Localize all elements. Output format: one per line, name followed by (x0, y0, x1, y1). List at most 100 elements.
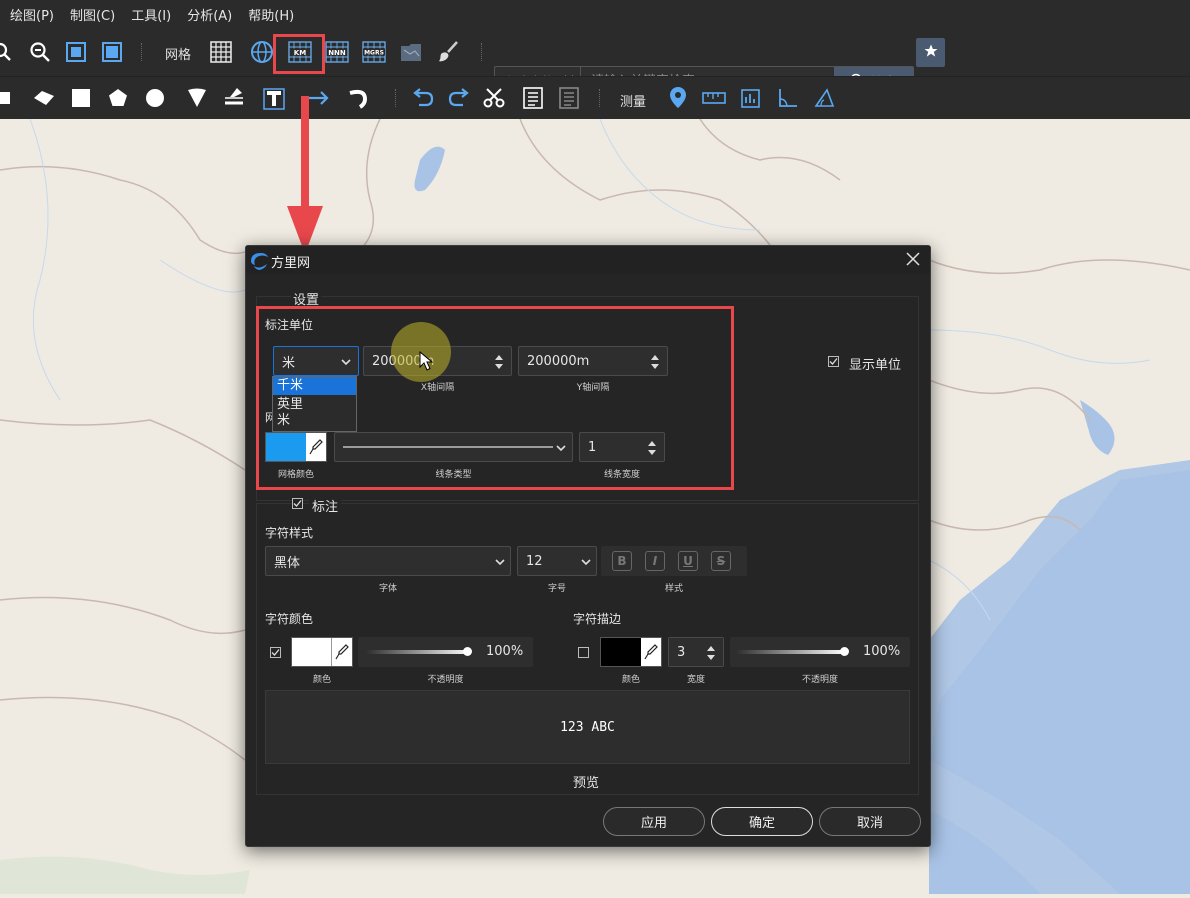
clear-brush-icon[interactable] (436, 40, 462, 64)
char-opacity-slider[interactable]: 100% (358, 637, 533, 667)
kilometer-grid-dialog: 方里网 设置 标注单位 米 200000m X轴间隔 200000m Y轴间隔 … (245, 245, 931, 847)
copy-list-icon[interactable] (520, 87, 546, 109)
main-toolbar: 网格 KM NNN MGRS 定位查找 搜索 (0, 28, 1190, 97)
menu-help[interactable]: 帮助(H) (248, 5, 294, 24)
sector-icon[interactable] (184, 87, 210, 109)
opacity-track (736, 650, 846, 654)
area-measure-icon[interactable] (738, 87, 764, 109)
redo-icon[interactable] (446, 87, 472, 109)
char-color-label: 字符颜色 (265, 612, 314, 626)
rectangle-select-icon[interactable] (0, 88, 14, 108)
outline-width-stepper[interactable]: 3 (668, 637, 724, 667)
nnn-grid-icon[interactable]: NNN (324, 40, 350, 64)
full-extent-icon[interactable] (100, 40, 124, 64)
char-color-checkbox[interactable] (270, 647, 281, 658)
apply-button[interactable]: 应用 (603, 807, 705, 836)
line-style-icon[interactable] (221, 85, 247, 109)
azimuth-measure-icon[interactable] (811, 87, 837, 109)
scissors-icon[interactable] (482, 87, 508, 109)
unit-select[interactable]: 米 (273, 346, 359, 376)
spin-arrows-icon[interactable] (647, 439, 657, 461)
eyedropper-icon[interactable] (641, 638, 661, 666)
zoom-extent-icon[interactable] (64, 40, 88, 64)
font-family-select[interactable]: 黑体 (265, 546, 511, 576)
square-icon[interactable] (68, 87, 94, 109)
outline-opacity-slider[interactable]: 100% (730, 637, 910, 667)
style-button-group: B I U S (601, 546, 747, 576)
grid-color-swatch[interactable] (266, 433, 306, 461)
circle-icon[interactable] (142, 87, 168, 109)
chevron-down-icon (555, 442, 567, 458)
zoom-out-icon[interactable] (28, 40, 52, 64)
km-grid-icon[interactable]: KM (287, 40, 313, 64)
mgrs-grid-icon[interactable]: MGRS (361, 40, 387, 64)
map-folder-icon[interactable] (398, 40, 424, 64)
unit-option-meter[interactable]: 米 (273, 414, 356, 430)
char-opacity-label: 不透明度 (427, 675, 464, 685)
globe-grid-icon[interactable] (249, 40, 275, 64)
measure-label: 测量 (620, 95, 647, 110)
char-color-picker[interactable] (291, 637, 353, 667)
paste-list-icon[interactable] (556, 87, 582, 109)
bold-button[interactable]: B (612, 551, 632, 571)
menu-draw[interactable]: 绘图(P) (10, 5, 54, 24)
preview-label: 预览 (573, 776, 600, 791)
strikethrough-button[interactable]: S (711, 551, 731, 571)
line-width-stepper[interactable]: 1 (579, 432, 665, 462)
menu-cartography[interactable]: 制图(C) (70, 5, 115, 24)
y-interval-stepper[interactable]: 200000m (518, 346, 668, 376)
font-size-label: 字号 (547, 584, 566, 594)
app-logo-icon (249, 251, 269, 275)
spin-arrows-icon[interactable] (650, 353, 660, 375)
curved-arrow-icon[interactable] (346, 87, 372, 109)
polyline-icon[interactable] (31, 87, 57, 109)
undo-icon[interactable] (410, 87, 436, 109)
annotation-label: 标注 (309, 496, 342, 515)
char-color-swatch[interactable] (292, 638, 332, 666)
font-size-select[interactable]: 12 (517, 546, 597, 576)
show-unit-checkbox[interactable] (828, 356, 839, 367)
char-color-sub-label: 颜色 (312, 675, 331, 685)
line-type-label: 线条类型 (435, 470, 472, 480)
angle-measure-icon[interactable] (775, 87, 801, 109)
eyedropper-icon[interactable] (331, 638, 352, 666)
close-icon[interactable] (906, 252, 920, 270)
outline-label: 字符描边 (573, 612, 622, 626)
underline-button[interactable]: U (678, 551, 698, 571)
italic-button[interactable]: I (645, 551, 665, 571)
outline-opacity-label: 不透明度 (801, 675, 838, 685)
spin-arrows-icon[interactable] (706, 644, 716, 666)
unit-option-km[interactable]: 千米 (273, 377, 356, 395)
unit-section-label: 标注单位 (265, 318, 314, 332)
outline-checkbox[interactable] (578, 647, 589, 658)
location-pin-icon[interactable] (665, 86, 691, 110)
grid-icon[interactable] (208, 40, 234, 64)
preview-text: 123 ABC (560, 719, 615, 735)
grid-color-picker[interactable] (265, 432, 327, 462)
opacity-handle[interactable] (463, 647, 472, 656)
spin-arrows-icon[interactable] (494, 353, 504, 375)
style-label: 样式 (664, 584, 683, 594)
favorite-button[interactable] (916, 38, 945, 67)
line-type-select[interactable] (334, 432, 573, 462)
menu-analysis[interactable]: 分析(A) (187, 5, 232, 24)
unit-option-mile[interactable]: 英里 (273, 395, 356, 414)
star-icon (924, 44, 938, 62)
cancel-button[interactable]: 取消 (819, 807, 921, 836)
dialog-title: 方里网 (271, 256, 311, 271)
chevron-down-icon (494, 556, 506, 572)
chevron-down-icon (340, 356, 352, 372)
opacity-track (366, 650, 471, 654)
annotation-arrow (285, 96, 325, 256)
outline-color-picker[interactable] (600, 637, 662, 667)
zoom-in-icon[interactable] (0, 40, 14, 64)
x-interval-label: X轴间隔 (420, 383, 455, 393)
menu-tools[interactable]: 工具(I) (131, 5, 171, 24)
pentagon-icon[interactable] (105, 87, 131, 109)
distance-ruler-icon[interactable] (701, 87, 727, 109)
annotation-checkbox[interactable] (292, 498, 303, 509)
outline-color-swatch[interactable] (601, 638, 641, 666)
opacity-handle[interactable] (840, 647, 849, 656)
ok-button[interactable]: 确定 (711, 807, 813, 836)
eyedropper-icon[interactable] (306, 433, 326, 461)
